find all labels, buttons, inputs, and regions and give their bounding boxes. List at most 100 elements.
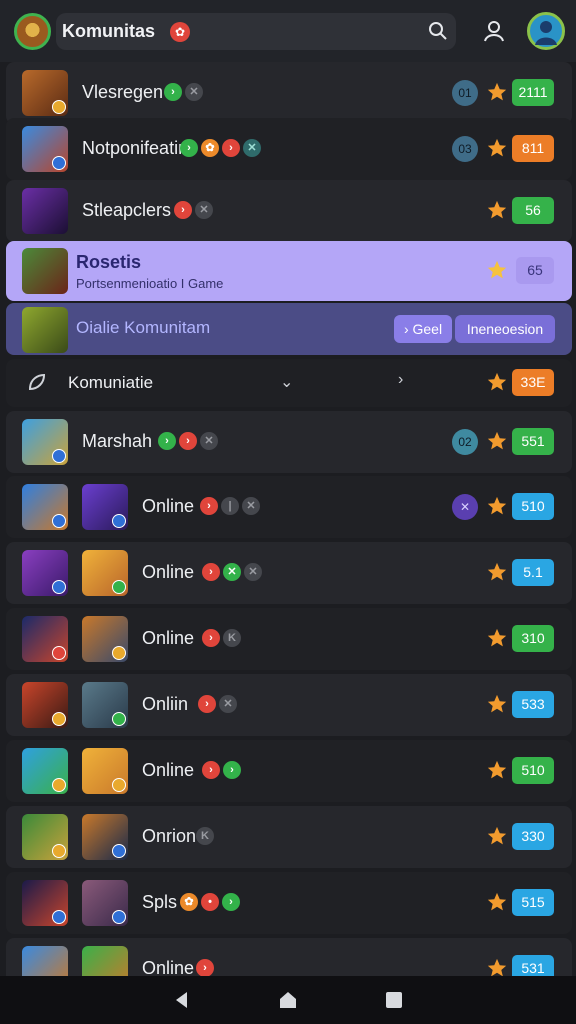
score-badge: 510 <box>512 757 554 784</box>
item-name: Notponifeatir <box>82 138 185 158</box>
game-thumbnail <box>22 682 68 728</box>
star-icon[interactable] <box>486 137 508 159</box>
item-name: Online <box>142 760 195 780</box>
star-icon[interactable] <box>486 259 508 281</box>
game-thumbnail <box>82 682 128 728</box>
star-icon[interactable] <box>486 561 508 583</box>
star-icon[interactable] <box>486 825 508 847</box>
star-icon[interactable] <box>486 371 508 393</box>
avatar[interactable] <box>527 12 565 50</box>
status-dot: ✕ <box>244 563 262 581</box>
star-icon[interactable] <box>486 430 508 452</box>
chevron-down-icon[interactable]: ⌄ <box>280 372 293 392</box>
highlighted-item[interactable]: Rosetis Portsenmenioatio I Game 65 <box>6 241 572 301</box>
search-icon[interactable] <box>428 21 448 41</box>
status-dots: › | ✕ <box>200 497 260 515</box>
status-dot: ✕ <box>200 432 218 450</box>
status-dot: | <box>221 497 239 515</box>
status-dot: K <box>196 827 214 845</box>
list-item[interactable]: Online › ✕ ✕ 5.1 <box>6 542 572 604</box>
star-icon[interactable] <box>486 759 508 781</box>
item-name: Rosetis <box>76 252 142 272</box>
score-badge: 5.1 <box>512 559 554 586</box>
list-item[interactable]: Onliin › ✕ 533 <box>6 674 572 736</box>
item-name: Vlesregen <box>82 82 164 102</box>
star-icon[interactable] <box>486 81 508 103</box>
list-item[interactable]: Vlesregen › ✕ 01 2111 <box>6 62 572 124</box>
item-name: Onrion <box>142 826 197 846</box>
status-dot: › <box>180 139 198 157</box>
title-badge: ✿ <box>170 22 190 42</box>
user-icon[interactable] <box>482 19 506 43</box>
score-badge: 2111 <box>512 79 554 106</box>
score-badge: 310 <box>512 625 554 652</box>
status-dot: ✕ <box>185 83 203 101</box>
game-thumbnail <box>22 126 68 172</box>
list-item[interactable]: Spls ✿ • › 515 <box>6 872 572 934</box>
star-icon[interactable] <box>486 199 508 221</box>
system-navbar <box>0 976 576 1024</box>
section-title: Komuniatie <box>68 373 154 392</box>
star-icon[interactable] <box>486 495 508 517</box>
page-title: Komunitas <box>62 21 156 41</box>
game-thumbnail <box>22 550 68 596</box>
circle-button[interactable]: 02 <box>452 429 478 455</box>
circle-button[interactable]: ✕ <box>452 494 478 520</box>
status-dots: ✿ • › <box>180 893 240 911</box>
game-thumbnail <box>22 307 68 353</box>
status-dot: • <box>201 893 219 911</box>
status-dot: › <box>202 761 220 779</box>
status-dot: › <box>198 695 216 713</box>
circle-button[interactable]: 03 <box>452 136 478 162</box>
status-dot: › <box>223 761 241 779</box>
home-icon[interactable] <box>278 990 298 1010</box>
game-thumbnail <box>82 814 128 860</box>
list-item[interactable]: Online › | ✕ ✕ 510 <box>6 476 572 538</box>
section-header: Komuniatie ⌄ › 33E <box>6 359 572 407</box>
chevron-right-icon[interactable]: › <box>398 371 403 389</box>
game-thumbnail <box>82 880 128 926</box>
star-icon[interactable] <box>486 627 508 649</box>
list-item[interactable]: Marshah › › ✕ 02 551 <box>6 411 572 473</box>
community-logo[interactable] <box>14 13 51 50</box>
status-dot: › <box>158 432 176 450</box>
score-badge: 533 <box>512 691 554 718</box>
item-name: Stleapclers <box>82 200 172 220</box>
game-thumbnail <box>22 248 68 294</box>
circle-button[interactable]: 01 <box>452 80 478 106</box>
search-bar[interactable]: Komunitas ✿ <box>56 13 456 50</box>
status-dot: › <box>179 432 197 450</box>
back-icon[interactable] <box>172 990 192 1010</box>
status-dot: ✕ <box>223 563 241 581</box>
star-icon[interactable] <box>486 891 508 913</box>
list-item[interactable]: Online › K 310 <box>6 608 572 670</box>
star-icon[interactable] <box>486 693 508 715</box>
leaf-icon <box>28 373 46 391</box>
selected-community-row[interactable]: Oialie Komunitam › Geel Ineneoesion <box>6 303 572 355</box>
list-item[interactable]: Onrion K 330 <box>6 806 572 868</box>
list-item[interactable]: Stleapclers › ✕ 56 <box>6 180 572 242</box>
game-thumbnail <box>22 814 68 860</box>
avatar-icon <box>535 21 557 45</box>
game-thumbnail <box>82 484 128 530</box>
join-chip[interactable]: Ineneoesion <box>455 315 555 343</box>
status-dot: › <box>222 139 240 157</box>
game-thumbnail <box>22 419 68 465</box>
score-badge: 510 <box>512 493 554 520</box>
status-dots: › <box>196 959 214 977</box>
status-dots: › › <box>202 761 241 779</box>
go-chip[interactable]: › Geel <box>394 315 452 343</box>
list-item[interactable]: Notponifeatir › ✿ › ✕ 03 811 <box>6 118 572 180</box>
recents-icon[interactable] <box>384 990 404 1010</box>
item-name: Online <box>142 628 195 648</box>
score-badge: 330 <box>512 823 554 850</box>
game-thumbnail <box>82 748 128 794</box>
status-dots: › ✕ <box>164 83 203 101</box>
item-name: Online <box>142 496 195 516</box>
status-dots: K <box>196 827 214 845</box>
list-item[interactable]: Online › › 510 <box>6 740 572 802</box>
score-badge: 65 <box>516 257 554 284</box>
game-thumbnail <box>22 616 68 662</box>
item-name: Oialie Komunitam <box>76 318 211 337</box>
item-name: Marshah <box>82 431 153 451</box>
